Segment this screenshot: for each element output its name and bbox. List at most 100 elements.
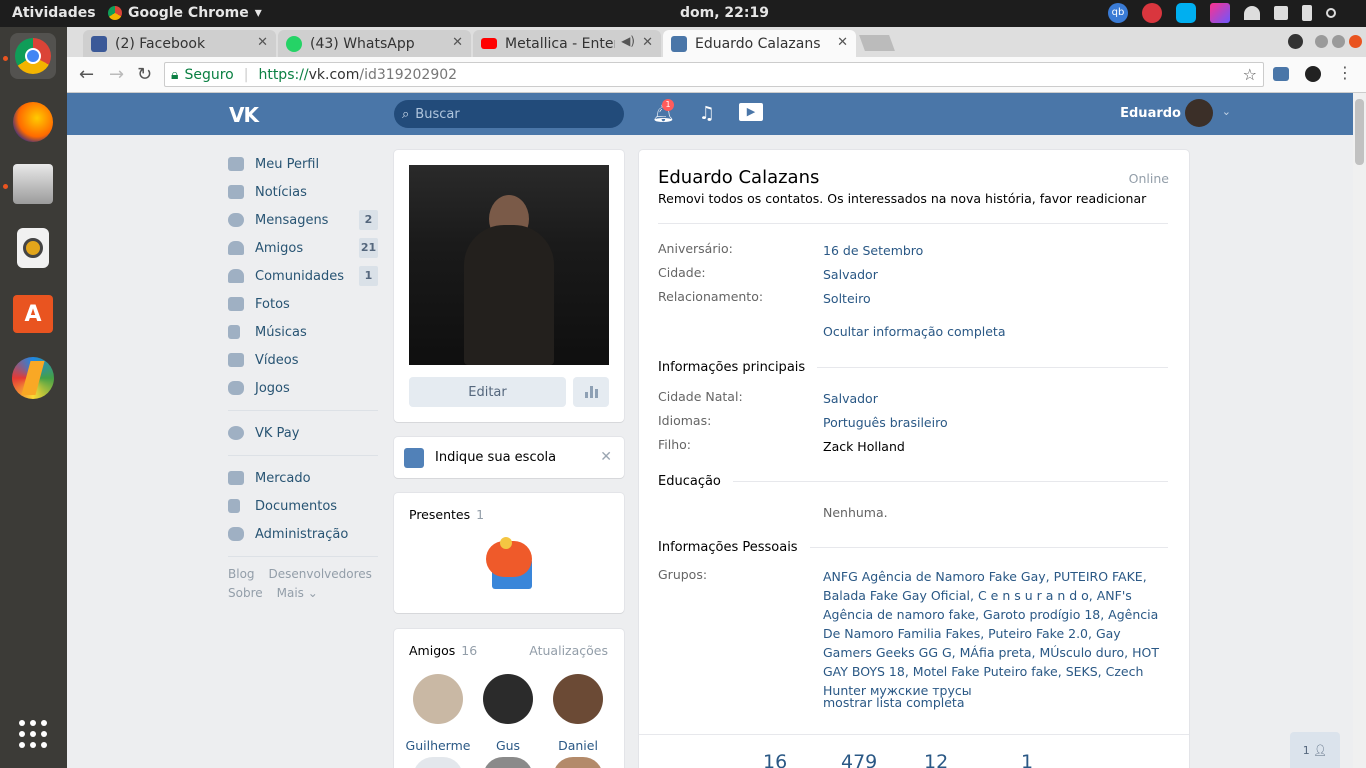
relationship-link[interactable]: Solteiro xyxy=(823,289,1168,308)
hide-info-link[interactable]: Ocultar informação completa xyxy=(823,324,1006,339)
close-icon[interactable]: ✕ xyxy=(600,449,612,465)
profile-status[interactable]: Removi todos os contatos. Os interessado… xyxy=(658,191,1146,206)
gift-image[interactable] xyxy=(484,535,536,591)
battery-icon[interactable] xyxy=(1302,5,1312,21)
show-apps-icon[interactable] xyxy=(10,711,56,757)
footer-link-about[interactable]: Sobre xyxy=(228,586,263,600)
profile-photo[interactable] xyxy=(409,165,609,365)
friends-header[interactable]: Amigos 16 xyxy=(409,643,477,658)
page-scrollbar[interactable] xyxy=(1353,93,1366,768)
gifts-card[interactable]: Presentes 1 xyxy=(394,493,624,613)
close-icon[interactable]: ✕ xyxy=(452,35,463,50)
block-icon[interactable] xyxy=(1142,3,1162,23)
tab-vk[interactable]: Eduardo Calazans ✕ xyxy=(663,30,856,57)
skype-icon[interactable] xyxy=(1176,3,1196,23)
notifications-bell-icon[interactable]: 🔔︎ 1 xyxy=(652,99,675,124)
nav-item-market[interactable]: Mercado xyxy=(228,464,378,492)
back-icon[interactable]: ← xyxy=(79,64,94,85)
search-input[interactable]: ⌕ Buscar xyxy=(394,100,624,128)
video-play-icon[interactable]: ▶ xyxy=(739,103,763,121)
counter-value[interactable]: 1 xyxy=(1021,751,1033,768)
nav-item-news[interactable]: Notícias xyxy=(228,178,378,206)
close-icon[interactable]: ✕ xyxy=(837,35,848,50)
wifi-icon[interactable] xyxy=(1244,6,1260,20)
footer-link-developers[interactable]: Desenvolvedores xyxy=(269,567,372,581)
counter-value[interactable]: 12 xyxy=(924,751,948,768)
nav-item-admin[interactable]: Administração xyxy=(228,520,378,548)
new-tab-button[interactable] xyxy=(859,35,895,51)
menu-icon[interactable]: ⋮ xyxy=(1337,63,1353,82)
profile-icon[interactable] xyxy=(1288,34,1303,49)
tab-facebook[interactable]: (2) Facebook ✕ xyxy=(83,30,276,57)
rhythmbox-icon[interactable] xyxy=(10,225,56,271)
download-extension-icon[interactable] xyxy=(1305,66,1321,82)
bookmark-star-icon[interactable]: ☆ xyxy=(1243,65,1257,84)
header-user-name[interactable]: Eduardo xyxy=(1120,106,1181,121)
nav-item-messages[interactable]: Mensagens 2 xyxy=(228,206,378,234)
app-menu[interactable]: Google Chrome ▾ xyxy=(108,5,262,21)
maximize-button[interactable] xyxy=(1332,35,1345,48)
power-menu-icon[interactable] xyxy=(1326,8,1336,18)
close-icon[interactable]: ✕ xyxy=(257,35,268,50)
extension-icon[interactable] xyxy=(1273,67,1289,81)
footer-link-more[interactable]: Mais ⌄ xyxy=(277,586,318,600)
minimize-button[interactable] xyxy=(1315,35,1328,48)
friend-item[interactable]: Gus xyxy=(473,674,543,753)
security-label[interactable]: Seguro xyxy=(184,67,233,83)
reload-icon[interactable]: ↻ xyxy=(137,64,152,85)
avatar[interactable] xyxy=(553,757,603,768)
footer-link-blog[interactable]: Blog xyxy=(228,567,255,581)
music-note-icon[interactable]: ♫ xyxy=(699,103,715,124)
address-bar[interactable]: 🔒︎ Seguro | https:// vk.com /id319202902… xyxy=(164,62,1264,87)
languages-link[interactable]: Português brasileiro xyxy=(823,413,1168,432)
chat-launcher-button[interactable]: 1 👤︎ xyxy=(1290,732,1340,768)
nav-item-communities[interactable]: Comunidades 1 xyxy=(228,262,378,290)
clock[interactable]: dom, 22:19 xyxy=(680,5,769,21)
friends-updates-link[interactable]: Atualizações xyxy=(529,643,608,658)
forward-icon[interactable]: → xyxy=(109,64,124,85)
qbittorrent-icon[interactable]: qb xyxy=(1108,3,1128,23)
avatar[interactable] xyxy=(483,757,533,768)
tab-label: (2) Facebook xyxy=(115,35,206,52)
jetbrains-icon[interactable] xyxy=(1210,3,1230,23)
friend-item[interactable]: Guilherme xyxy=(403,674,473,753)
firefox-icon[interactable] xyxy=(10,99,56,145)
nav-item-videos[interactable]: Vídeos xyxy=(228,346,378,374)
speaker-icon[interactable]: ◀) xyxy=(621,34,635,48)
city-link[interactable]: Salvador xyxy=(823,265,1168,284)
show-full-list-link[interactable]: mostrar lista completa xyxy=(823,695,965,710)
close-icon[interactable]: ✕ xyxy=(642,35,653,50)
volume-icon[interactable] xyxy=(1274,6,1288,20)
scrollbar-thumb[interactable] xyxy=(1355,99,1364,165)
nav-item-friends[interactable]: Amigos 21 xyxy=(228,234,378,262)
stats-button[interactable] xyxy=(573,377,609,407)
chrome-icon[interactable] xyxy=(10,33,56,79)
nav-item-games[interactable]: Jogos xyxy=(228,374,378,402)
nav-item-photos[interactable]: Fotos xyxy=(228,290,378,318)
nav-item-vkpay[interactable]: VK Pay xyxy=(228,419,378,447)
counter-value[interactable]: 16 xyxy=(763,751,787,768)
vk-logo[interactable]: VK xyxy=(229,103,259,127)
nav-item-documents[interactable]: Documentos xyxy=(228,492,378,520)
hometown-link[interactable]: Salvador xyxy=(823,389,1168,408)
files-icon[interactable] xyxy=(10,161,56,207)
tab-whatsapp[interactable]: (43) WhatsApp ✕ xyxy=(278,30,471,57)
birthday-link[interactable]: 16 de Setembro xyxy=(823,241,1168,260)
activities-button[interactable]: Atividades xyxy=(12,5,96,21)
edit-profile-button[interactable]: Editar xyxy=(409,377,566,407)
nav-item-profile[interactable]: Meu Perfil xyxy=(228,150,378,178)
tab-youtube[interactable]: Metallica - Enter ◀) ✕ xyxy=(473,30,661,57)
app-icon[interactable] xyxy=(10,355,56,401)
lock-icon[interactable]: 🔒︎ xyxy=(171,67,178,83)
nav-item-music[interactable]: Músicas xyxy=(228,318,378,346)
header-avatar[interactable] xyxy=(1185,99,1213,127)
software-center-icon[interactable]: A xyxy=(10,291,56,337)
friend-item[interactable]: Daniel xyxy=(543,674,613,753)
close-window-button[interactable] xyxy=(1349,35,1362,48)
profile-info-card: Eduardo Calazans Online Removi todos os … xyxy=(639,150,1189,768)
counter-value[interactable]: 479 xyxy=(841,751,877,768)
school-prompt[interactable]: Indique sua escola ✕ xyxy=(394,437,624,478)
avatar[interactable] xyxy=(413,757,463,768)
groups-list[interactable]: ANFG Agência de Namoro Fake Gay, PUTEIRO… xyxy=(823,567,1168,700)
chevron-down-icon[interactable]: ⌄ xyxy=(1222,105,1231,118)
